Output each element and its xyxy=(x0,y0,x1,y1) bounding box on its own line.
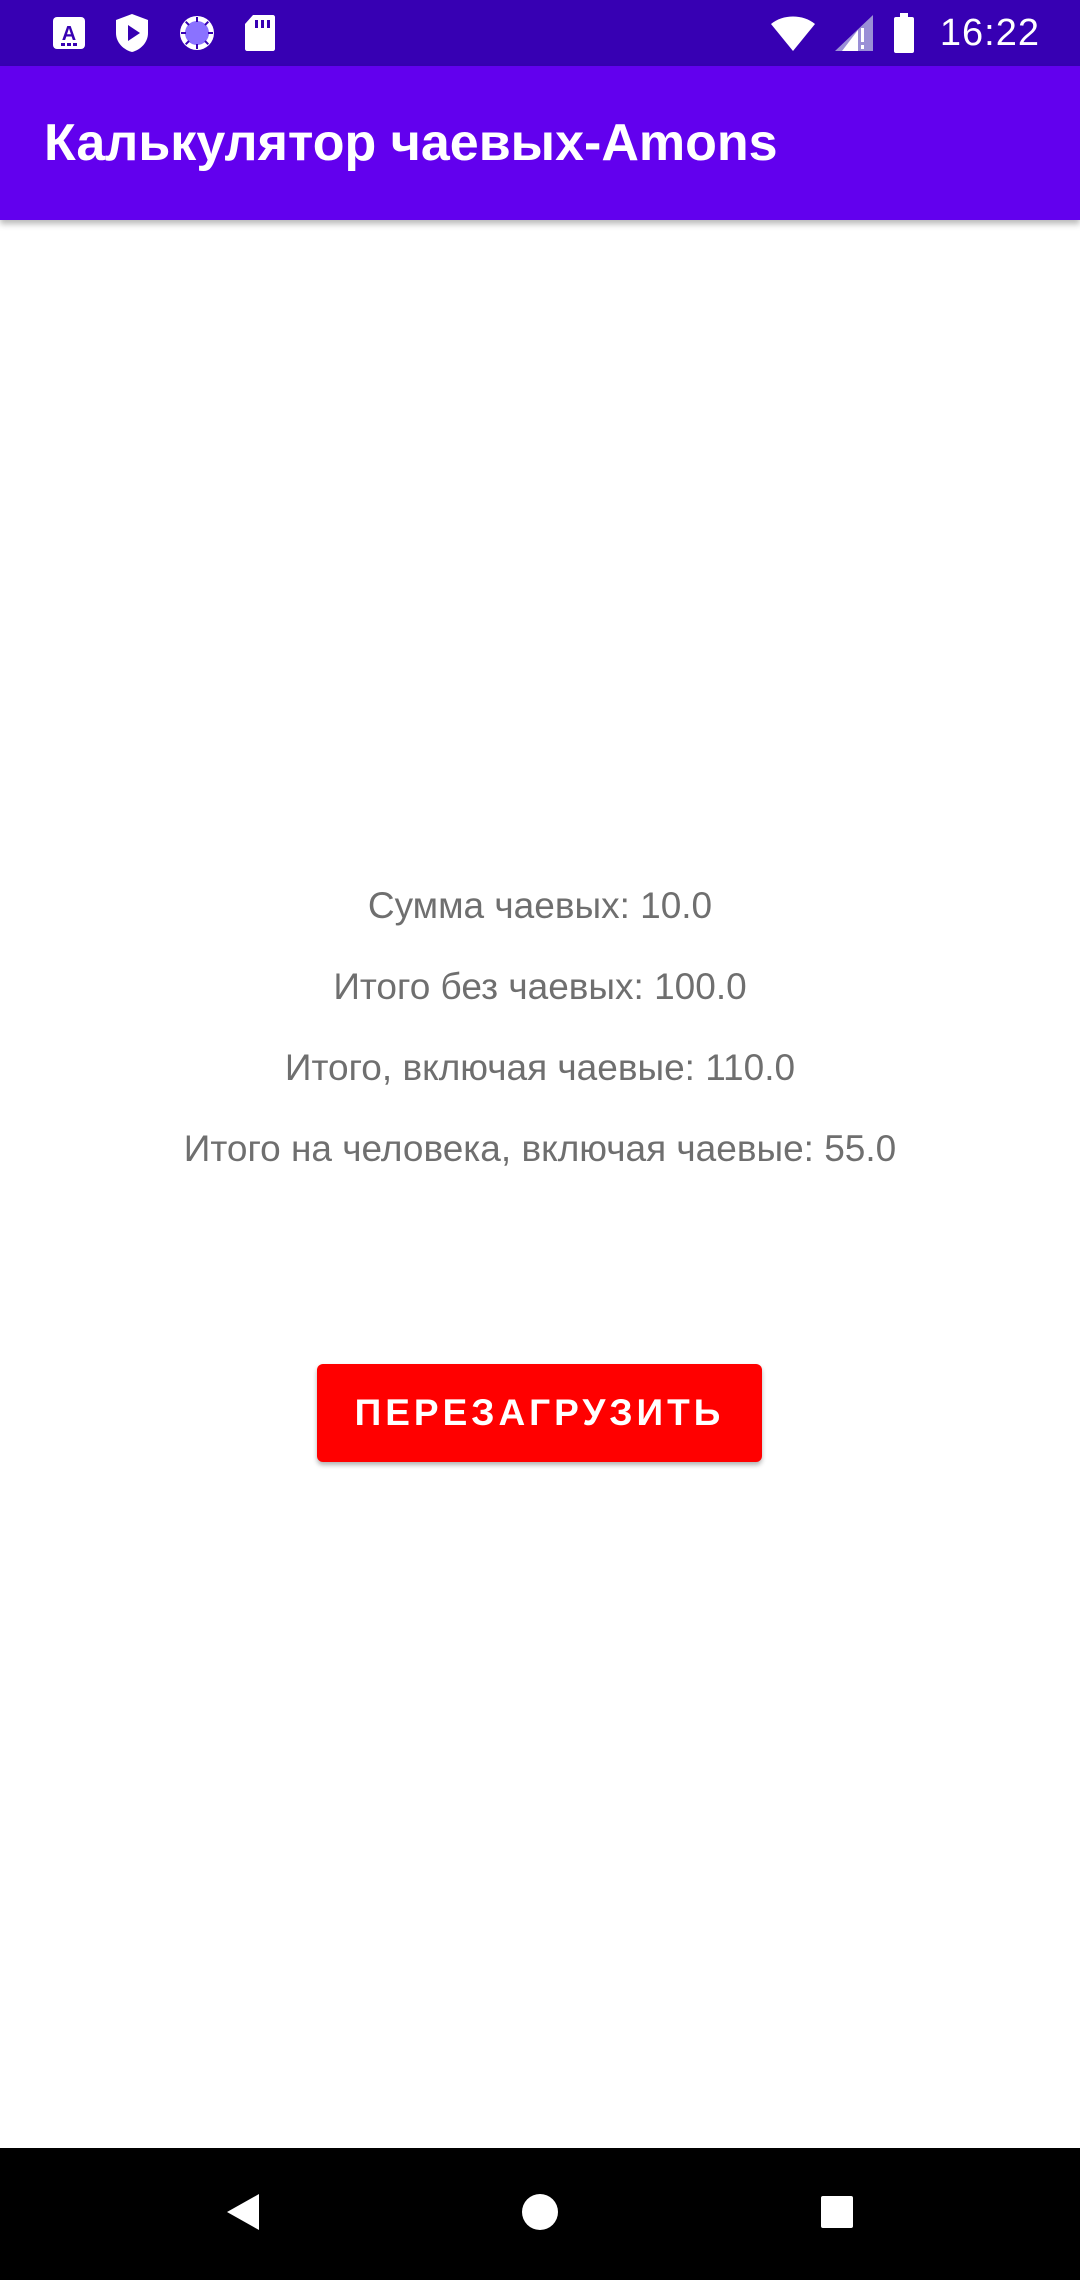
tip-amount-text: Сумма чаевых: 10.0 xyxy=(367,885,713,926)
status-bar: A 16:22 xyxy=(0,0,1080,66)
back-icon xyxy=(226,2193,260,2236)
per-person-total-text: Итого на человека, включая чаевые: 55.0 xyxy=(183,1128,897,1169)
sync-circle-icon xyxy=(178,14,216,52)
signal-icon xyxy=(834,14,874,52)
results-content: Сумма чаевых: 10.0 Итого без чаевых: 100… xyxy=(0,220,1080,2148)
app-bar: Калькулятор чаевых-Amons xyxy=(0,66,1080,220)
recents-icon xyxy=(820,2195,854,2234)
app-title: Калькулятор чаевых-Amons xyxy=(44,114,778,172)
translate-icon: A xyxy=(52,16,86,50)
reset-button[interactable]: ПЕРЕЗАГРУЗИТЬ xyxy=(317,1364,762,1462)
navigation-bar xyxy=(0,2148,1080,2280)
status-time: 16:22 xyxy=(939,11,1040,54)
screen: A 16:22 Калькулятор чаевых-Amons Сумма ч… xyxy=(0,0,1080,2280)
status-right-icons: 16:22 xyxy=(770,10,1040,56)
recents-button[interactable] xyxy=(771,2148,903,2280)
total-with-tip-text: Итого, включая чаевые: 110.0 xyxy=(284,1047,796,1088)
svg-text:A: A xyxy=(62,23,76,45)
status-left-icons: A xyxy=(52,12,276,54)
wifi-icon xyxy=(770,14,816,52)
total-without-tip-text: Итого без чаевых: 100.0 xyxy=(333,966,747,1007)
battery-icon xyxy=(892,12,916,54)
back-button[interactable] xyxy=(177,2148,309,2280)
sd-card-icon xyxy=(244,14,276,52)
home-button[interactable] xyxy=(474,2148,606,2280)
home-icon xyxy=(521,2193,559,2236)
shield-play-icon xyxy=(114,13,150,53)
